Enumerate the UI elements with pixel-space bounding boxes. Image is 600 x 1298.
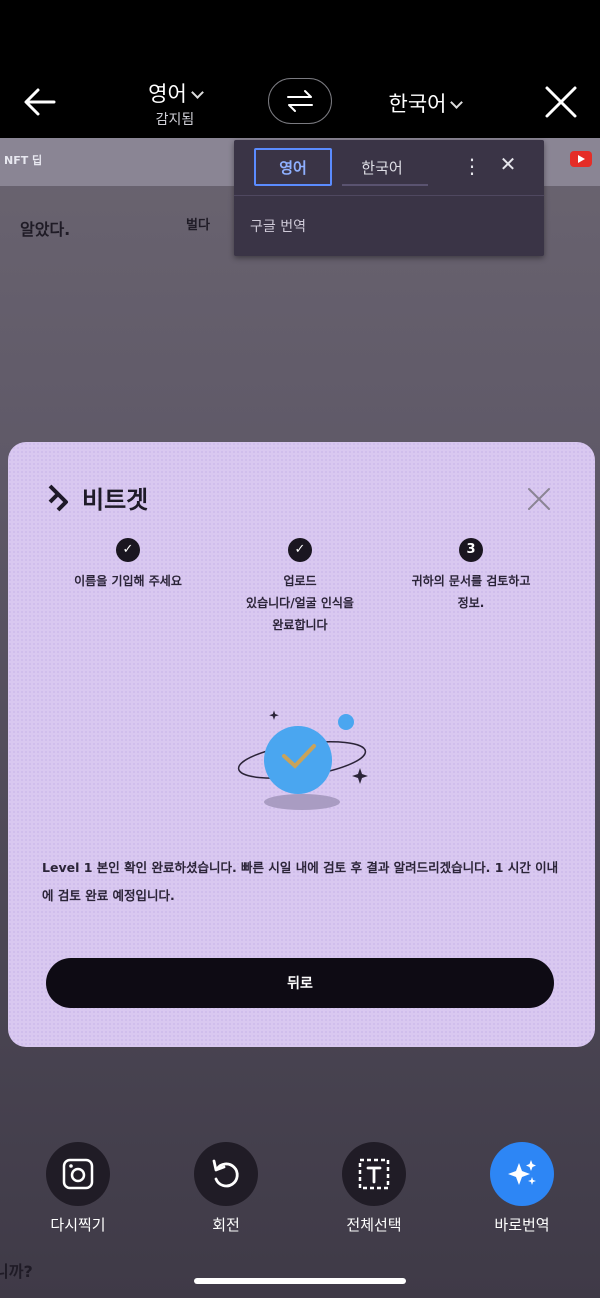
- chevron-down-icon: [450, 96, 464, 109]
- select-all-label: 전체선택: [346, 1216, 402, 1234]
- sparkle-icon: [508, 1160, 536, 1185]
- check-icon: ✓: [288, 538, 312, 562]
- detected-status: 감지됨: [155, 112, 195, 128]
- google-translate-label: 구글 번역: [250, 219, 306, 235]
- source-language-selector[interactable]: 영어 감지됨: [120, 78, 230, 129]
- swap-languages-button[interactable]: [268, 78, 332, 124]
- step-2: ✓ 업로드 있습니다/얼굴 인식을 완료합니다: [220, 538, 380, 636]
- step-3-line1: 귀하의 문서를 검토하고: [411, 574, 531, 588]
- select-all-tool[interactable]: 전체선택: [324, 1142, 424, 1235]
- step-2-title: 업로드: [283, 574, 317, 588]
- step-1: ✓ 이름을 기입해 주세요: [48, 538, 208, 592]
- retake-label: 다시찍기: [50, 1216, 106, 1234]
- swap-icon: [287, 90, 313, 112]
- modal-close-icon[interactable]: [526, 486, 552, 512]
- step-2-line2: 있습니다/얼굴 인식을: [246, 596, 354, 610]
- modal-message: Level 1 본인 확인 완료하셨습니다. 빠른 시일 내에 검토 후 결과 …: [42, 860, 559, 903]
- target-language-selector[interactable]: 한국어: [370, 88, 480, 118]
- popup-close-icon[interactable]: ✕: [496, 152, 520, 176]
- step-1-text: 이름을 기입해 주세요: [74, 574, 182, 588]
- instant-translate-tool[interactable]: 바로번역: [472, 1142, 572, 1235]
- back-arrow-icon[interactable]: [22, 84, 58, 120]
- retake-tool[interactable]: 다시찍기: [28, 1142, 128, 1235]
- clock-illustration: [232, 708, 372, 818]
- bg-text-left: 알았다.: [20, 220, 71, 239]
- verification-steps: ✓ 이름을 기입해 주세요 ✓ 업로드 있습니다/얼굴 인식을 완료합니다 3 …: [8, 538, 595, 658]
- home-indicator[interactable]: [194, 1278, 406, 1284]
- bg-text-bottom: 니까?: [0, 1262, 33, 1281]
- rotate-icon: [212, 1159, 239, 1188]
- translate-popup: 영어 한국어 ⋮ ✕ 구글 번역: [234, 140, 544, 256]
- rotate-tool[interactable]: 회전: [176, 1142, 276, 1235]
- popup-tab-english[interactable]: 영어: [254, 148, 332, 186]
- step-3-number: 3: [459, 538, 483, 562]
- back-button[interactable]: 뒤로: [46, 958, 554, 1008]
- chevron-down-icon: [190, 86, 204, 99]
- rotate-label: 회전: [212, 1216, 240, 1234]
- source-language-label: 영어: [148, 82, 187, 106]
- instant-translate-button[interactable]: [490, 1142, 554, 1206]
- popup-tab-korean[interactable]: 한국어: [342, 148, 422, 186]
- select-all-button[interactable]: [342, 1142, 406, 1206]
- logo-text: 비트겟: [82, 486, 149, 514]
- popup-tab-underline: [342, 184, 428, 186]
- retake-button[interactable]: [46, 1142, 110, 1206]
- rotate-button[interactable]: [194, 1142, 258, 1206]
- top-bar: 영어 감지됨 한국어: [0, 0, 600, 138]
- step-3: 3 귀하의 문서를 검토하고 정보.: [386, 538, 556, 614]
- instant-translate-label: 바로번역: [494, 1216, 550, 1234]
- more-vertical-icon[interactable]: ⋮: [462, 154, 482, 178]
- text-select-icon: [358, 1158, 390, 1190]
- bitget-modal: 비트겟 ✓ 이름을 기입해 주세요 ✓ 업로드 있습니다/얼굴 인식을 완료합니…: [8, 442, 595, 1047]
- camera-retake-icon: [62, 1158, 94, 1190]
- step-2-line3: 완료합니다: [272, 618, 328, 632]
- popup-tab-bar: 영어 한국어 ⋮ ✕: [234, 140, 544, 196]
- bitget-logo: 비트겟: [44, 480, 148, 515]
- target-language-label: 한국어: [388, 92, 447, 116]
- check-icon: ✓: [116, 538, 140, 562]
- step-3-line2: 정보.: [457, 596, 485, 610]
- youtube-icon: [570, 151, 592, 167]
- close-icon[interactable]: [544, 85, 578, 119]
- bg-nft-tip-text: NFT 딥: [4, 154, 43, 167]
- bg-text-mid: 벌다: [186, 218, 210, 233]
- bitget-logo-icon: [48, 484, 68, 511]
